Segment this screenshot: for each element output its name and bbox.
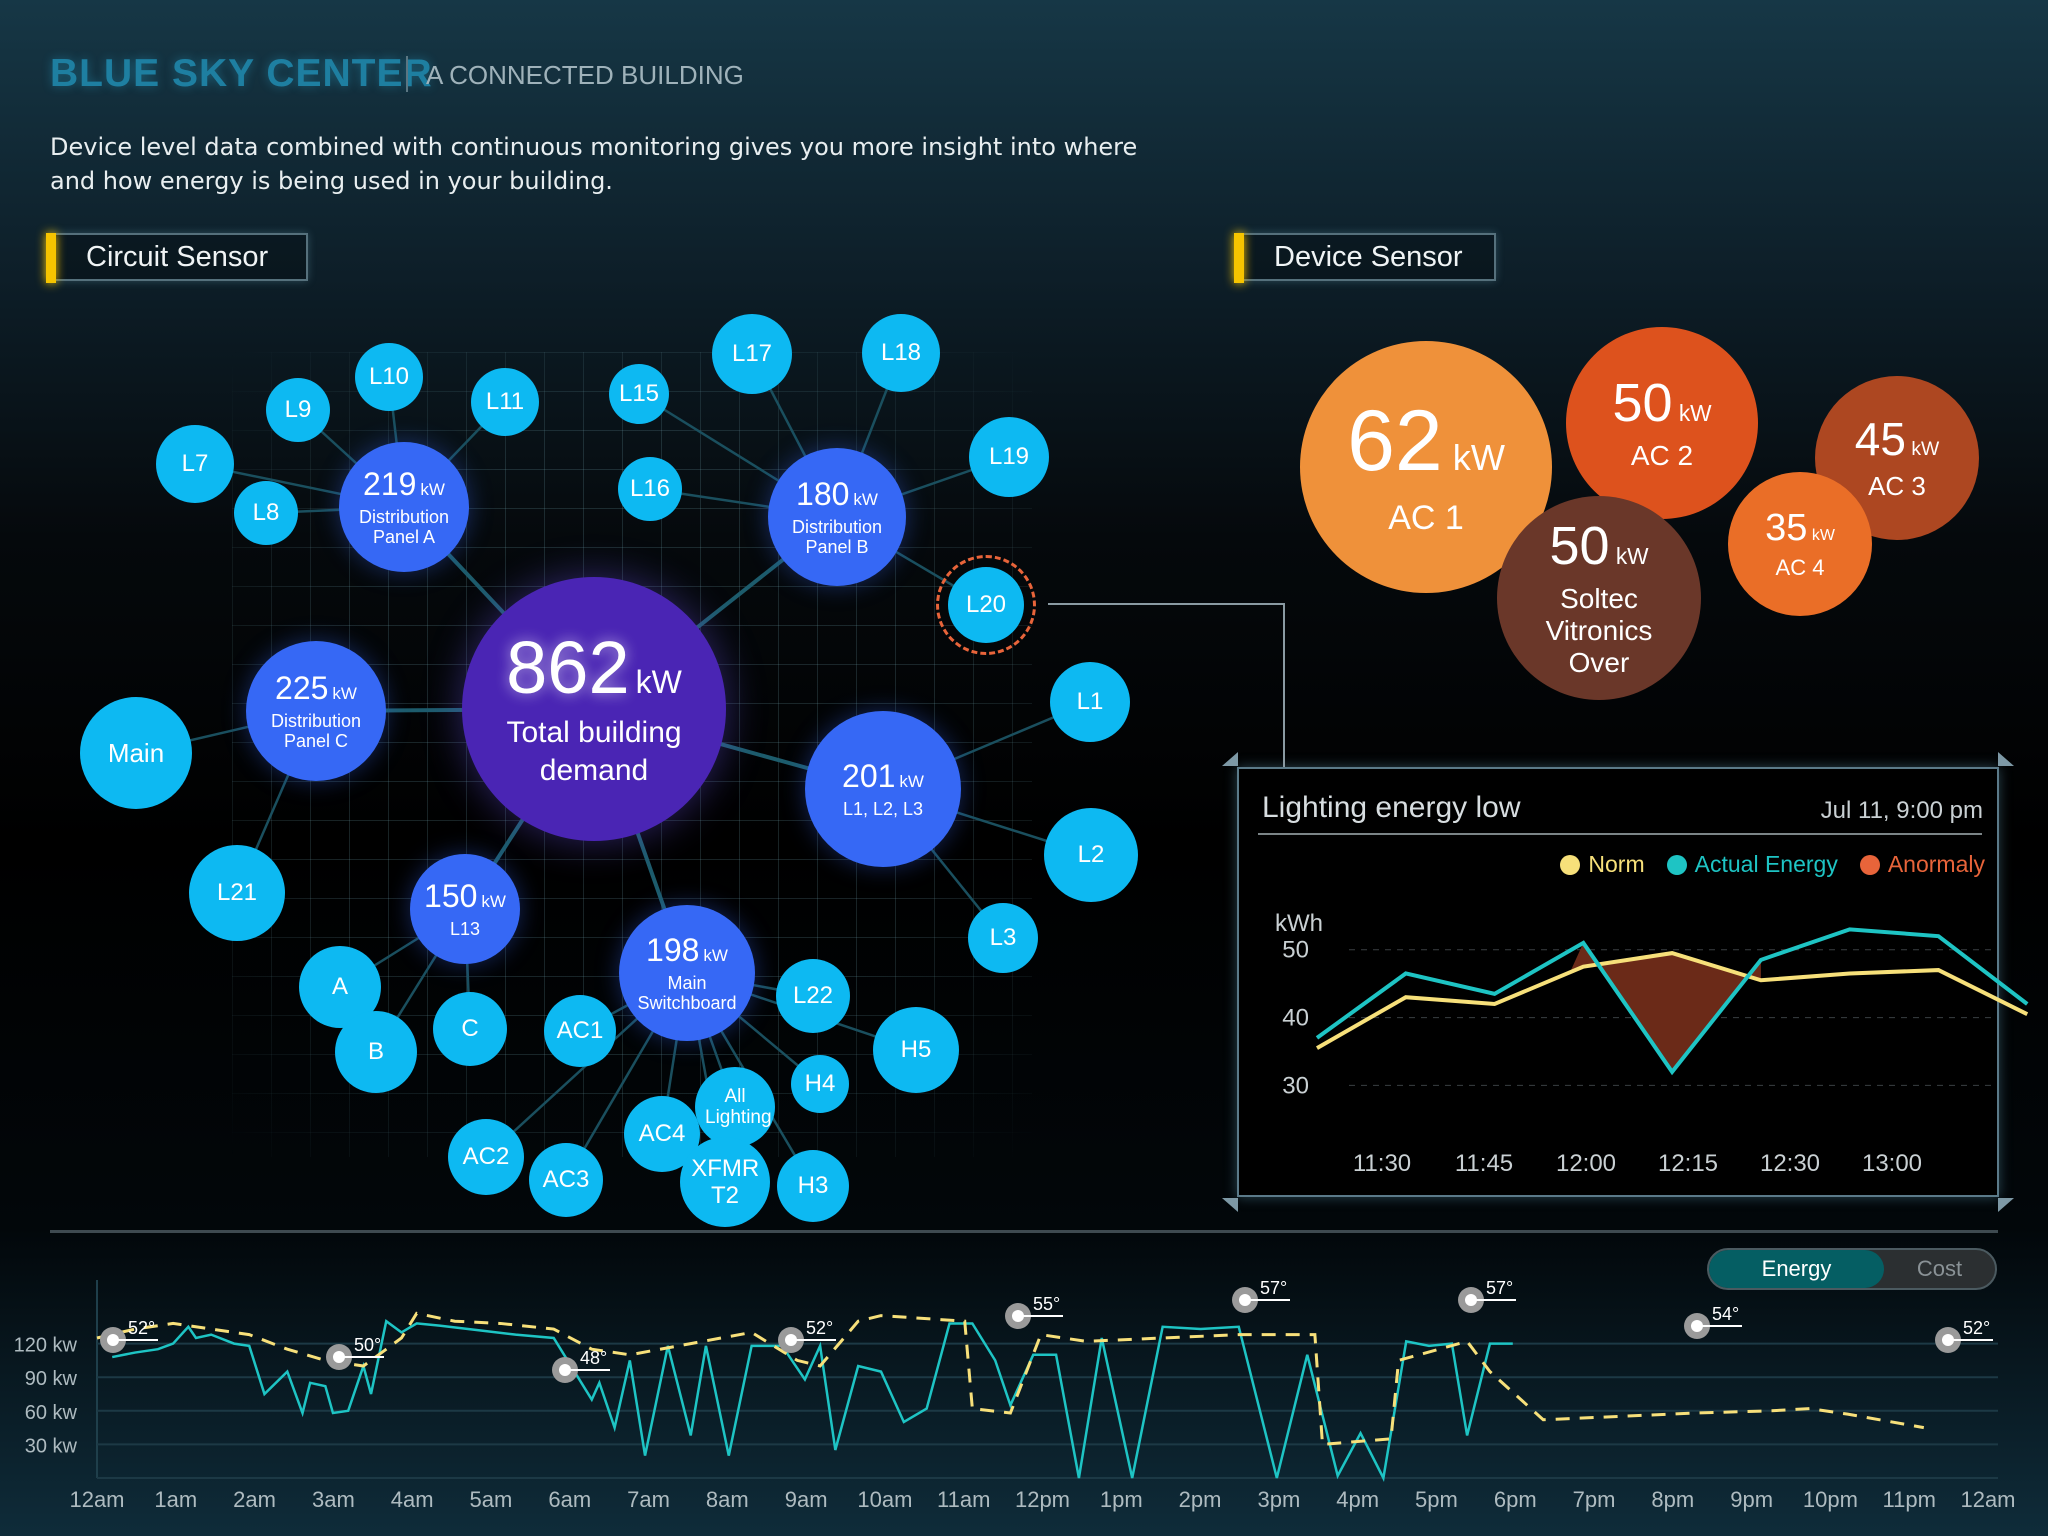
temperature-marker[interactable]: 55° <box>1005 1294 1063 1329</box>
temperature-marker[interactable]: 57° <box>1232 1278 1290 1313</box>
x-tick-label: 2am <box>233 1487 276 1512</box>
x-tick-label: 1pm <box>1100 1487 1143 1512</box>
temperature-label: 50° <box>354 1335 381 1355</box>
temperature-label: 57° <box>1486 1278 1513 1298</box>
x-tick-label: 4am <box>391 1487 434 1512</box>
temperature-label: 52° <box>1963 1318 1990 1338</box>
temperature-label: 55° <box>1033 1294 1060 1314</box>
x-tick-label: 1am <box>154 1487 197 1512</box>
x-tick-label: 8pm <box>1651 1487 1694 1512</box>
temperature-label: 52° <box>128 1318 155 1338</box>
x-tick-label: 11am <box>937 1487 990 1512</box>
x-tick-label: 8am <box>706 1487 749 1512</box>
x-tick-label: 12am <box>69 1487 124 1512</box>
x-tick-label: 6am <box>548 1487 591 1512</box>
x-tick-label: 11pm <box>1883 1487 1936 1512</box>
x-tick-label: 3pm <box>1257 1487 1300 1512</box>
x-tick-label: 10pm <box>1803 1487 1858 1512</box>
temperature-marker[interactable]: 52° <box>1935 1318 1993 1353</box>
temperature-label: 54° <box>1712 1304 1739 1324</box>
temperature-marker[interactable]: 54° <box>1684 1304 1742 1339</box>
x-tick-label: 2pm <box>1179 1487 1222 1512</box>
y-tick-label: 30 kw <box>25 1435 78 1457</box>
x-tick-label: 9pm <box>1730 1487 1773 1512</box>
x-tick-label: 12pm <box>1015 1487 1070 1512</box>
y-tick-label: 120 kw <box>14 1335 78 1357</box>
temperature-label: 57° <box>1260 1278 1287 1298</box>
temperature-marker[interactable]: 52° <box>778 1318 836 1353</box>
daily-energy-chart: 30 kw 60 kw 90 kw 120 kw 12am 1am 2am 3am 4am 5am… <box>14 1278 2016 1512</box>
series-line-actual <box>111 1319 1513 1482</box>
x-tick-label: 9am <box>785 1487 828 1512</box>
x-tick-label: 12am <box>1960 1487 2015 1512</box>
x-tick-label: 4pm <box>1336 1487 1379 1512</box>
y-tick-label: 90 kw <box>25 1368 78 1390</box>
series-line-norm <box>96 1311 1925 1447</box>
y-tick-label: 60 kw <box>25 1402 78 1424</box>
x-tick-label: 3am <box>312 1487 355 1512</box>
temperature-marker[interactable]: 52° <box>100 1318 158 1353</box>
x-tick-label: 6pm <box>1494 1487 1537 1512</box>
temperature-label: 52° <box>806 1318 833 1338</box>
temperature-label: 48° <box>580 1348 607 1368</box>
x-tick-label: 10am <box>857 1487 912 1512</box>
temperature-marker[interactable]: 57° <box>1458 1278 1516 1313</box>
x-tick-label: 7pm <box>1573 1487 1616 1512</box>
x-tick-label: 7am <box>627 1487 670 1512</box>
x-tick-label: 5am <box>470 1487 513 1512</box>
x-tick-label: 5pm <box>1415 1487 1458 1512</box>
